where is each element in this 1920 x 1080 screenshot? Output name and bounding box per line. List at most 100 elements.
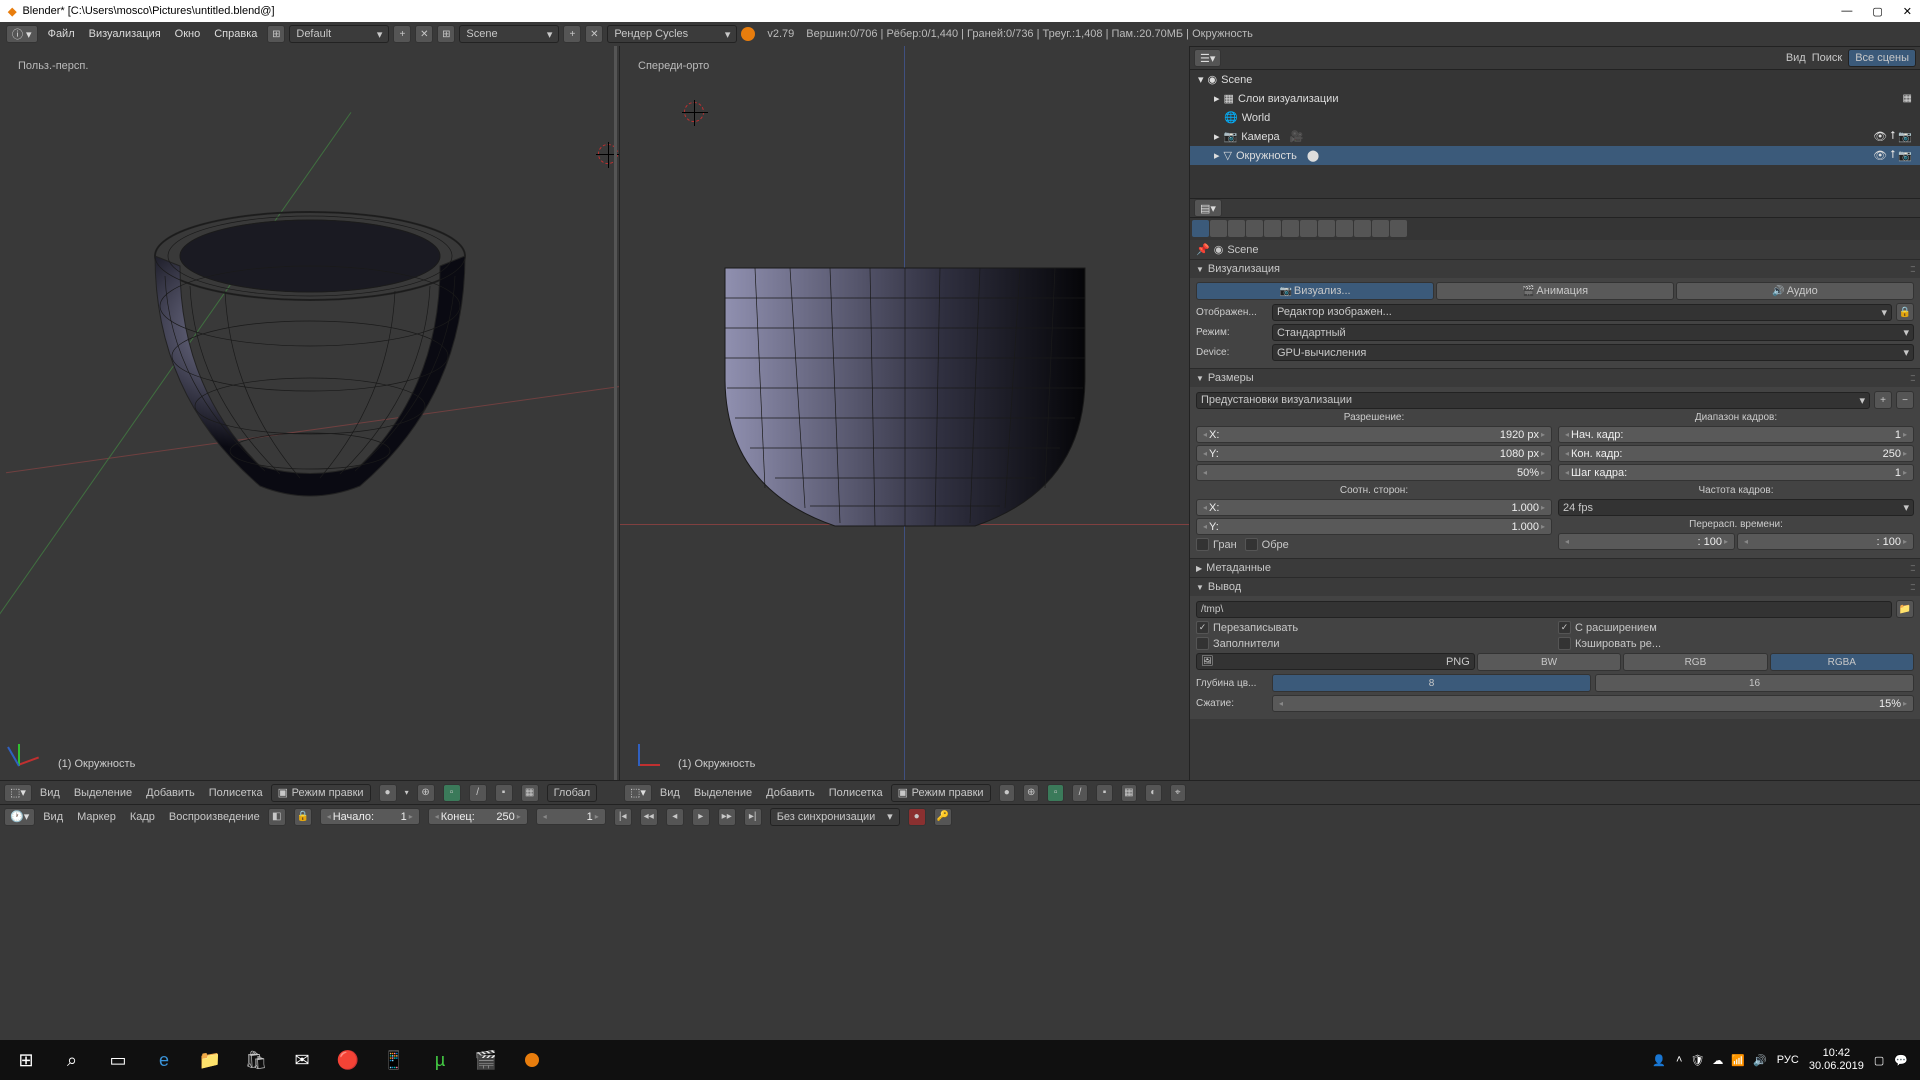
tray-action-center-icon[interactable]: ▢ bbox=[1874, 1054, 1884, 1067]
extensions-checkbox[interactable]: ✓ bbox=[1558, 621, 1571, 634]
keyframe-next-icon[interactable]: ▸▸ bbox=[718, 808, 736, 826]
panel-render[interactable]: ▼Визуализация:::: bbox=[1190, 259, 1920, 278]
modifiers-tab-icon[interactable] bbox=[1300, 220, 1317, 237]
rgba-button[interactable]: RGBA bbox=[1770, 653, 1914, 671]
play-reverse-icon[interactable]: ◂ bbox=[666, 808, 684, 826]
properties-editor-icon[interactable]: ▤▾ bbox=[1194, 199, 1222, 217]
add-preset-button[interactable]: + bbox=[1874, 391, 1892, 409]
limit-sel-icon[interactable]: ▦ bbox=[1121, 784, 1137, 802]
del-layout-button[interactable]: ✕ bbox=[415, 25, 433, 43]
render-icon[interactable]: 📷 bbox=[1898, 130, 1912, 143]
outliner-circle[interactable]: ▸▽Окружность⬤👁⭡📷 bbox=[1190, 146, 1920, 165]
outliner-renderlayers[interactable]: ▸▦Слои визуализации▦ bbox=[1190, 89, 1920, 108]
panel-output[interactable]: ▼Вывод:::: bbox=[1190, 577, 1920, 596]
outliner-camera[interactable]: ▸📷Камера🎥👁⭡📷 bbox=[1190, 127, 1920, 146]
layout-browse-icon[interactable]: ⊞ bbox=[267, 25, 285, 43]
lock-icon[interactable]: 🔒 bbox=[1896, 303, 1914, 321]
cursor-icon[interactable]: ⭡ bbox=[1890, 130, 1895, 143]
menu-render[interactable]: Визуализация bbox=[89, 28, 161, 40]
data-tab-icon[interactable] bbox=[1318, 220, 1335, 237]
minimize-button[interactable]: — bbox=[1841, 5, 1852, 18]
outliner-filter-dropdown[interactable]: Все сцены bbox=[1848, 49, 1916, 67]
texture-tab-icon[interactable] bbox=[1354, 220, 1371, 237]
panel-dimensions[interactable]: ▼Размеры:::: bbox=[1190, 368, 1920, 387]
snap-icon[interactable]: ⌖ bbox=[1170, 784, 1186, 802]
autokey-icon[interactable]: ● bbox=[908, 808, 926, 826]
device-dropdown[interactable]: GPU-вычисления▾ bbox=[1272, 344, 1914, 361]
edge-select-icon[interactable]: / bbox=[469, 784, 487, 802]
task-view-icon[interactable]: ▭ bbox=[96, 1041, 140, 1079]
frame-step-field[interactable]: ◂Шаг кадра:1▸ bbox=[1558, 464, 1914, 481]
aspect-y-field[interactable]: ◂Y:1.000▸ bbox=[1196, 518, 1552, 535]
rgb-button[interactable]: RGB bbox=[1623, 653, 1767, 671]
fps-dropdown[interactable]: 24 fps▾ bbox=[1558, 499, 1914, 516]
format-dropdown[interactable]: 🖼 PNG bbox=[1196, 653, 1475, 670]
aspect-x-field[interactable]: ◂X:1.000▸ bbox=[1196, 499, 1552, 516]
del-scene-button[interactable]: ✕ bbox=[585, 25, 603, 43]
current-frame-field[interactable]: ◂1▸ bbox=[536, 808, 606, 825]
audio-button[interactable]: 🔊Аудио bbox=[1676, 282, 1914, 300]
tray-volume-icon[interactable]: 🔊 bbox=[1753, 1054, 1767, 1067]
editor-type-icon[interactable]: ⓘ ▾ bbox=[6, 25, 38, 43]
orientation-dropdown[interactable]: Глобал bbox=[547, 784, 598, 802]
bw-button[interactable]: BW bbox=[1477, 653, 1621, 671]
vert-select-icon[interactable]: ▫ bbox=[443, 784, 461, 802]
3d-viewport-left[interactable]: Польз.-персп. (1) Окружность bbox=[0, 46, 620, 780]
animation-button[interactable]: 🎬Анимация bbox=[1436, 282, 1674, 300]
tray-wifi-icon[interactable]: 📶 bbox=[1731, 1054, 1745, 1067]
video-editor-icon[interactable]: 🎬 bbox=[464, 1041, 508, 1079]
render-engine-dropdown[interactable]: Рендер Cycles▾ bbox=[607, 25, 737, 43]
frame-start-field[interactable]: ◂Нач. кадр:1▸ bbox=[1558, 426, 1914, 443]
material-tab-icon[interactable] bbox=[1336, 220, 1353, 237]
mode-dropdown[interactable]: ▣ Режим правки bbox=[271, 784, 371, 802]
res-y-field[interactable]: ◂Y:1080 px▸ bbox=[1196, 445, 1552, 462]
people-icon[interactable]: 👤 bbox=[1652, 1054, 1666, 1067]
eye-icon[interactable]: 👁 bbox=[1873, 149, 1887, 162]
menu-file[interactable]: Файл bbox=[48, 28, 75, 40]
compression-field[interactable]: ◂15%▸ bbox=[1272, 695, 1914, 712]
overwrite-checkbox[interactable]: ✓ bbox=[1196, 621, 1209, 634]
sync-dropdown[interactable]: Без синхронизации▾ bbox=[770, 808, 900, 826]
mode-dropdown[interactable]: ▣ Режим правки bbox=[891, 784, 991, 802]
vert-select-icon[interactable]: ▫ bbox=[1047, 784, 1063, 802]
output-path-field[interactable] bbox=[1196, 601, 1892, 618]
feature-set-dropdown[interactable]: Стандартный▾ bbox=[1272, 324, 1914, 341]
depth-8-button[interactable]: 8 bbox=[1272, 674, 1591, 692]
world-tab-icon[interactable] bbox=[1246, 220, 1263, 237]
outliner-world[interactable]: 🌐World bbox=[1190, 108, 1920, 127]
tray-clock[interactable]: 10:4230.06.2019 bbox=[1809, 1047, 1864, 1073]
display-dropdown[interactable]: Редактор изображен...▾ bbox=[1272, 304, 1892, 321]
blender-taskbar-icon[interactable] bbox=[510, 1041, 554, 1079]
constraints-tab-icon[interactable] bbox=[1282, 220, 1299, 237]
edge-select-icon[interactable]: / bbox=[1072, 784, 1088, 802]
tray-security-icon[interactable]: 🛡 bbox=[1690, 1054, 1704, 1067]
pin-icon[interactable]: 📌 bbox=[1196, 243, 1210, 256]
eye-icon[interactable]: 👁 bbox=[1873, 130, 1887, 143]
close-button[interactable]: ✕ bbox=[1903, 5, 1912, 18]
editor-type-icon[interactable]: ⬚▾ bbox=[4, 784, 32, 802]
render-button[interactable]: 📷Визуализ... bbox=[1196, 282, 1434, 300]
res-pct-field[interactable]: ◂50%▸ bbox=[1196, 464, 1552, 481]
renderlayers-tab-icon[interactable] bbox=[1210, 220, 1227, 237]
outliner-editor-icon[interactable]: ☰▾ bbox=[1194, 49, 1221, 67]
start-frame-field[interactable]: ◂Начало:1▸ bbox=[320, 808, 420, 825]
chrome-icon[interactable]: 🔴 bbox=[326, 1041, 370, 1079]
depth-16-button[interactable]: 16 bbox=[1595, 674, 1914, 692]
remap-old-field[interactable]: ◂: 100▸ bbox=[1558, 533, 1735, 550]
crop-checkbox[interactable] bbox=[1245, 538, 1258, 551]
render-preset-dropdown[interactable]: Предустановки визуализации▾ bbox=[1196, 392, 1870, 409]
border-checkbox[interactable] bbox=[1196, 538, 1209, 551]
range-icon[interactable]: ◧ bbox=[268, 808, 286, 826]
play-icon[interactable]: ▸ bbox=[692, 808, 710, 826]
add-layout-button[interactable]: + bbox=[393, 25, 411, 43]
menu-help[interactable]: Справка bbox=[214, 28, 257, 40]
pe-icon[interactable]: ◐ bbox=[1145, 784, 1161, 802]
object-tab-icon[interactable] bbox=[1264, 220, 1281, 237]
explorer-icon[interactable]: 📁 bbox=[188, 1041, 232, 1079]
render-icon[interactable]: 📷 bbox=[1898, 149, 1912, 162]
del-preset-button[interactable]: − bbox=[1896, 391, 1914, 409]
phone-icon[interactable]: 📱 bbox=[372, 1041, 416, 1079]
remap-new-field[interactable]: ◂: 100▸ bbox=[1737, 533, 1914, 550]
keying-set-icon[interactable]: 🔑 bbox=[934, 808, 952, 826]
lock-icon[interactable]: 🔒 bbox=[294, 808, 312, 826]
